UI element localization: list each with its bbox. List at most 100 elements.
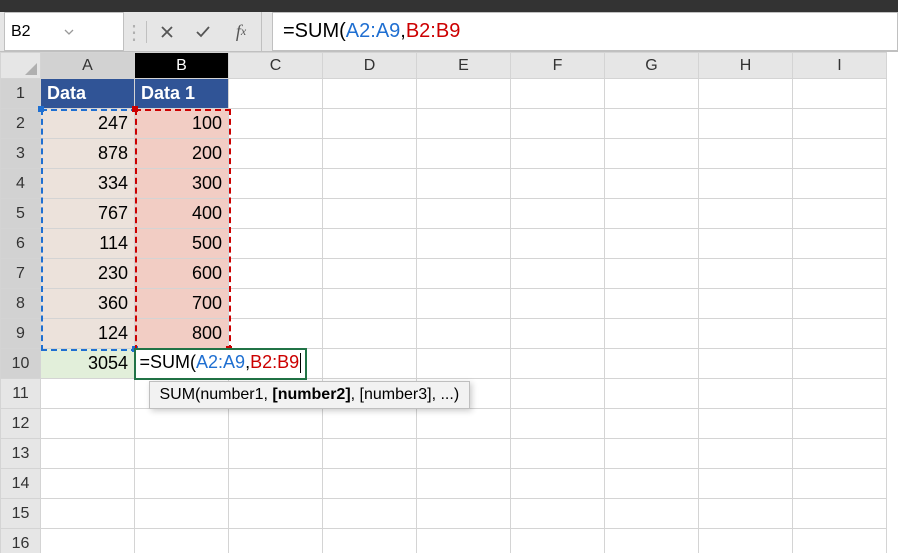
cell-f6[interactable] [511, 229, 605, 259]
cell-h10[interactable] [699, 349, 793, 379]
cell-b12[interactable] [135, 409, 229, 439]
cell-a15[interactable] [41, 499, 135, 529]
cell-h12[interactable] [699, 409, 793, 439]
cell-d7[interactable] [323, 259, 417, 289]
confirm-edit-button[interactable] [185, 12, 221, 51]
column-header-e[interactable]: E [417, 53, 511, 79]
cell-h16[interactable] [699, 529, 793, 553]
cell-a4[interactable]: 334 [41, 169, 135, 199]
cell-e9[interactable] [417, 319, 511, 349]
cell-h11[interactable] [699, 379, 793, 409]
cell-f9[interactable] [511, 319, 605, 349]
cell-c2[interactable] [229, 109, 323, 139]
row-header-1[interactable]: 1 [1, 79, 41, 109]
chevron-down-icon[interactable] [64, 27, 117, 37]
cell-e6[interactable] [417, 229, 511, 259]
cell-e12[interactable] [417, 409, 511, 439]
cell-b9[interactable]: 800 [135, 319, 229, 349]
cell-d6[interactable] [323, 229, 417, 259]
cell-f7[interactable] [511, 259, 605, 289]
cell-b2[interactable]: 100 [135, 109, 229, 139]
cell-b4[interactable]: 300 [135, 169, 229, 199]
row-header-11[interactable]: 11 [1, 379, 41, 409]
row-header-14[interactable]: 14 [1, 469, 41, 499]
cell-b8[interactable]: 700 [135, 289, 229, 319]
cell-f14[interactable] [511, 469, 605, 499]
cell-i13[interactable] [793, 439, 887, 469]
cell-d3[interactable] [323, 139, 417, 169]
cell-f1[interactable] [511, 79, 605, 109]
row-header-16[interactable]: 16 [1, 529, 41, 553]
cell-i15[interactable] [793, 499, 887, 529]
cell-h2[interactable] [699, 109, 793, 139]
cell-b5[interactable]: 400 [135, 199, 229, 229]
cell-h4[interactable] [699, 169, 793, 199]
cell-a13[interactable] [41, 439, 135, 469]
cell-a9[interactable]: 124 [41, 319, 135, 349]
cell-a7[interactable]: 230 [41, 259, 135, 289]
column-header-h[interactable]: H [699, 53, 793, 79]
cell-d14[interactable] [323, 469, 417, 499]
cell-c1[interactable] [229, 79, 323, 109]
cell-c9[interactable] [229, 319, 323, 349]
cell-e3[interactable] [417, 139, 511, 169]
cell-i14[interactable] [793, 469, 887, 499]
cell-b7[interactable]: 600 [135, 259, 229, 289]
row-header-9[interactable]: 9 [1, 319, 41, 349]
cell-f11[interactable] [511, 379, 605, 409]
cell-i1[interactable] [793, 79, 887, 109]
cell-b1[interactable]: Data 1 [135, 79, 229, 109]
cell-f12[interactable] [511, 409, 605, 439]
cell-a8[interactable]: 360 [41, 289, 135, 319]
cell-h1[interactable] [699, 79, 793, 109]
row-header-5[interactable]: 5 [1, 199, 41, 229]
cell-f2[interactable] [511, 109, 605, 139]
cell-i16[interactable] [793, 529, 887, 553]
cell-c16[interactable] [229, 529, 323, 553]
column-header-i[interactable]: I [793, 53, 887, 79]
cell-d8[interactable] [323, 289, 417, 319]
row-header-3[interactable]: 3 [1, 139, 41, 169]
row-header-8[interactable]: 8 [1, 289, 41, 319]
cell-a12[interactable] [41, 409, 135, 439]
cell-a2[interactable]: 247 [41, 109, 135, 139]
cell-c6[interactable] [229, 229, 323, 259]
cell-g11[interactable] [605, 379, 699, 409]
cell-i8[interactable] [793, 289, 887, 319]
cell-a1[interactable]: Data [41, 79, 135, 109]
row-header-15[interactable]: 15 [1, 499, 41, 529]
cell-c8[interactable] [229, 289, 323, 319]
column-header-c[interactable]: C [229, 53, 323, 79]
cell-d5[interactable] [323, 199, 417, 229]
cell-g1[interactable] [605, 79, 699, 109]
cell-g5[interactable] [605, 199, 699, 229]
cell-i11[interactable] [793, 379, 887, 409]
row-header-2[interactable]: 2 [1, 109, 41, 139]
cell-a3[interactable]: 878 [41, 139, 135, 169]
cell-h3[interactable] [699, 139, 793, 169]
insert-function-button[interactable]: fx [221, 12, 262, 51]
cell-g12[interactable] [605, 409, 699, 439]
cell-i4[interactable] [793, 169, 887, 199]
cell-d16[interactable] [323, 529, 417, 553]
cell-g9[interactable] [605, 319, 699, 349]
cell-f10[interactable] [511, 349, 605, 379]
cell-i3[interactable] [793, 139, 887, 169]
cell-f3[interactable] [511, 139, 605, 169]
cell-c5[interactable] [229, 199, 323, 229]
cell-c7[interactable] [229, 259, 323, 289]
cell-g16[interactable] [605, 529, 699, 553]
name-box[interactable]: B2 [4, 12, 124, 51]
cell-e2[interactable] [417, 109, 511, 139]
cell-g7[interactable] [605, 259, 699, 289]
cell-d9[interactable] [323, 319, 417, 349]
column-header-d[interactable]: D [323, 53, 417, 79]
worksheet-grid[interactable]: ABCDEFGHI1DataData 122471003878200433430… [0, 52, 898, 553]
cell-b15[interactable] [135, 499, 229, 529]
cell-f13[interactable] [511, 439, 605, 469]
cell-c13[interactable] [229, 439, 323, 469]
cell-a6[interactable]: 114 [41, 229, 135, 259]
cell-b16[interactable] [135, 529, 229, 553]
cell-e5[interactable] [417, 199, 511, 229]
column-header-a[interactable]: A [41, 53, 135, 79]
